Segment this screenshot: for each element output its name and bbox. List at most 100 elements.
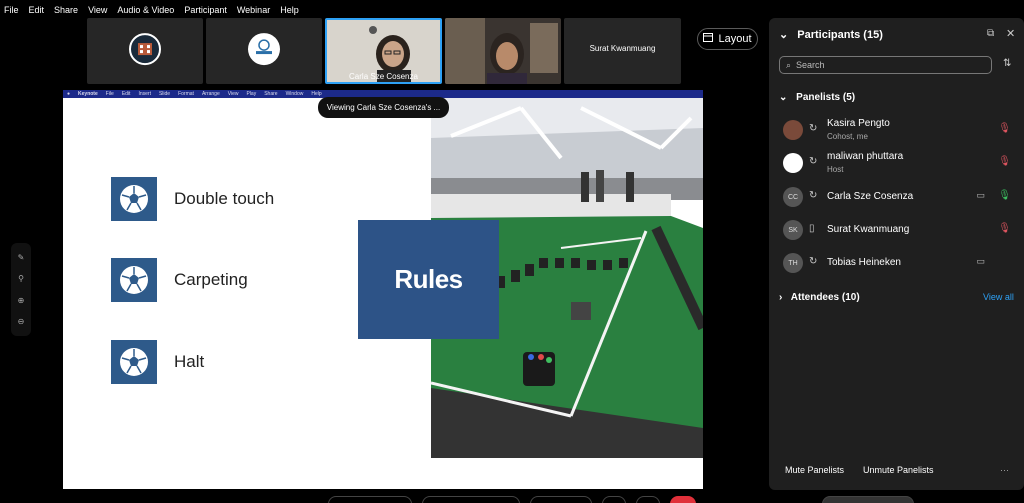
video-control[interactable] (422, 496, 520, 503)
menu-participant[interactable]: Participant (184, 5, 227, 15)
video-tile-active[interactable]: Carla Sze Cosenza (325, 18, 442, 84)
menu-edit[interactable]: Edit (29, 5, 45, 15)
camera-feed (445, 18, 561, 84)
attendees-header[interactable]: › Attendees (10) (779, 292, 860, 303)
panelist-row[interactable]: ↻ maliwan phuttara Host 🎙 (783, 150, 1015, 178)
keynote-menu-item: Keynote (78, 91, 98, 97)
chevron-right-icon: › (779, 292, 783, 303)
menu-audio-video[interactable]: Audio & Video (117, 5, 174, 15)
avatar: CC (783, 187, 803, 207)
more-control[interactable] (602, 496, 626, 503)
avatar (783, 153, 803, 173)
search-icon: ⌕ (786, 59, 792, 70)
layout-label: Layout (718, 33, 752, 45)
mute-control[interactable] (328, 496, 412, 503)
end-meeting-button[interactable] (670, 496, 696, 503)
panelist-name: Kasira Pengto (827, 118, 890, 129)
sync-icon: ↻ (809, 156, 818, 167)
shared-screen: ● Keynote File Edit Insert Slide Format … (63, 90, 703, 489)
keynote-menu-item: View (227, 91, 239, 97)
avatar: TH (783, 253, 803, 273)
mute-panelists-button[interactable]: Mute Panelists (785, 465, 844, 475)
sort-icon[interactable]: ⇅ (1003, 58, 1011, 69)
rule-item: Double touch (111, 177, 274, 221)
panel-control[interactable] (822, 496, 914, 503)
keynote-menu-item: Play (246, 91, 257, 97)
building-logo-icon (129, 33, 161, 66)
participants-title: Participants (15) (797, 29, 883, 41)
annotate-icon[interactable]: ✎ (18, 253, 25, 262)
participants-panel: ⌄ Participants (15) ⧉ ✕ ⌕ Search ⇅ ⌄ Pan… (769, 18, 1024, 490)
keynote-menu-item: Insert (138, 91, 151, 97)
panelist-row[interactable]: TH ↻ Tobias Heineken ▭ (783, 250, 1015, 278)
video-camera-icon[interactable]: ▭ (976, 190, 985, 201)
keynote-menu-item: Edit (121, 91, 131, 97)
panelists-title: Panelists (5) (796, 92, 856, 103)
panelist-name: maliwan phuttara (827, 151, 904, 162)
menu-webinar[interactable]: Webinar (237, 5, 270, 15)
share-control[interactable] (530, 496, 592, 503)
stamp-icon[interactable]: ⚲ (18, 274, 24, 283)
sync-icon: ↻ (809, 123, 818, 134)
search-input[interactable]: ⌕ Search (779, 56, 992, 74)
apple-icon: ● (67, 91, 71, 97)
layout-icon (703, 33, 714, 45)
attendees-title: Attendees (10) (790, 292, 860, 303)
video-tile-1[interactable] (87, 18, 203, 84)
panelists-header[interactable]: ⌄ Panelists (5) (779, 92, 855, 103)
menu-file[interactable]: File (4, 5, 19, 15)
video-camera-icon[interactable]: ▭ (976, 256, 985, 267)
reactions-control[interactable] (636, 496, 660, 503)
robocup-logo-icon (248, 33, 280, 66)
panelist-row[interactable]: SK ▯ Surat Kwanmuang 🎙 (783, 217, 1015, 245)
zoom-in-icon[interactable]: ⊕ (18, 296, 25, 305)
mic-muted-icon[interactable]: 🎙 (998, 223, 1011, 234)
participants-header[interactable]: ⌄ Participants (15) (779, 28, 883, 41)
keynote-menu-item: Format (178, 91, 194, 97)
rule-label: Carpeting (174, 270, 248, 289)
soccer-ball-icon (111, 258, 157, 302)
viewing-indicator: Viewing Carla Sze Cosenza's ... (318, 97, 449, 118)
keynote-menu-item: Window (285, 91, 304, 97)
popout-icon[interactable]: ⧉ (987, 28, 994, 39)
avatar (783, 120, 803, 140)
menu-view[interactable]: View (88, 5, 107, 15)
sync-icon: ↻ (809, 256, 818, 267)
keynote-menu-item: Help (311, 91, 322, 97)
soccer-ball-icon (111, 177, 157, 221)
chevron-down-icon: ⌄ (779, 29, 789, 41)
app-menubar: File Edit Share View Audio & Video Parti… (0, 0, 760, 20)
layout-button[interactable]: Layout (697, 28, 758, 50)
video-tile-4[interactable] (445, 18, 561, 84)
soccer-ball-icon (111, 340, 157, 384)
sync-icon: ↻ (809, 190, 818, 201)
panelist-role: Cohost, me (827, 132, 868, 141)
panelist-role: Host (827, 165, 844, 174)
search-placeholder: Search (796, 60, 825, 70)
rule-item: Halt (111, 340, 204, 384)
rule-item: Carpeting (111, 258, 248, 302)
unmute-panelists-button[interactable]: Unmute Panelists (863, 465, 934, 475)
slide-title: Rules (358, 220, 499, 339)
annotation-toolbar: ✎ ⚲ ⊕ ⊖ (11, 243, 31, 336)
panelist-row[interactable]: ↻ Kasira Pengto Cohost, me 🎙 (783, 117, 1015, 145)
keynote-menu-item: Slide (158, 91, 171, 97)
mic-muted-icon[interactable]: 🎙 (998, 123, 1011, 134)
menu-share[interactable]: Share (54, 5, 78, 15)
view-all-link[interactable]: View all (983, 292, 1014, 302)
video-tile-2[interactable] (206, 18, 322, 84)
video-tile-5[interactable]: Surat Kwanmuang (564, 18, 681, 84)
panelist-row[interactable]: CC ↻ Carla Sze Cosenza ▭ 🎙 (783, 184, 1015, 212)
chevron-down-icon: ⌄ (779, 92, 788, 103)
zoom-out-icon[interactable]: ⊖ (18, 317, 25, 326)
mic-on-icon[interactable]: 🎙 (998, 190, 1011, 201)
rule-label: Double touch (174, 189, 275, 208)
more-options-icon[interactable]: ··· (1000, 465, 1009, 475)
menu-help[interactable]: Help (280, 5, 299, 15)
panelist-name: Tobias Heineken (827, 257, 901, 268)
keynote-menu-item: Arrange (201, 91, 220, 97)
avatar: SK (783, 220, 803, 240)
mic-muted-icon[interactable]: 🎙 (998, 156, 1011, 167)
close-icon[interactable]: ✕ (1006, 27, 1015, 40)
panelist-name: Surat Kwanmuang (827, 224, 910, 235)
